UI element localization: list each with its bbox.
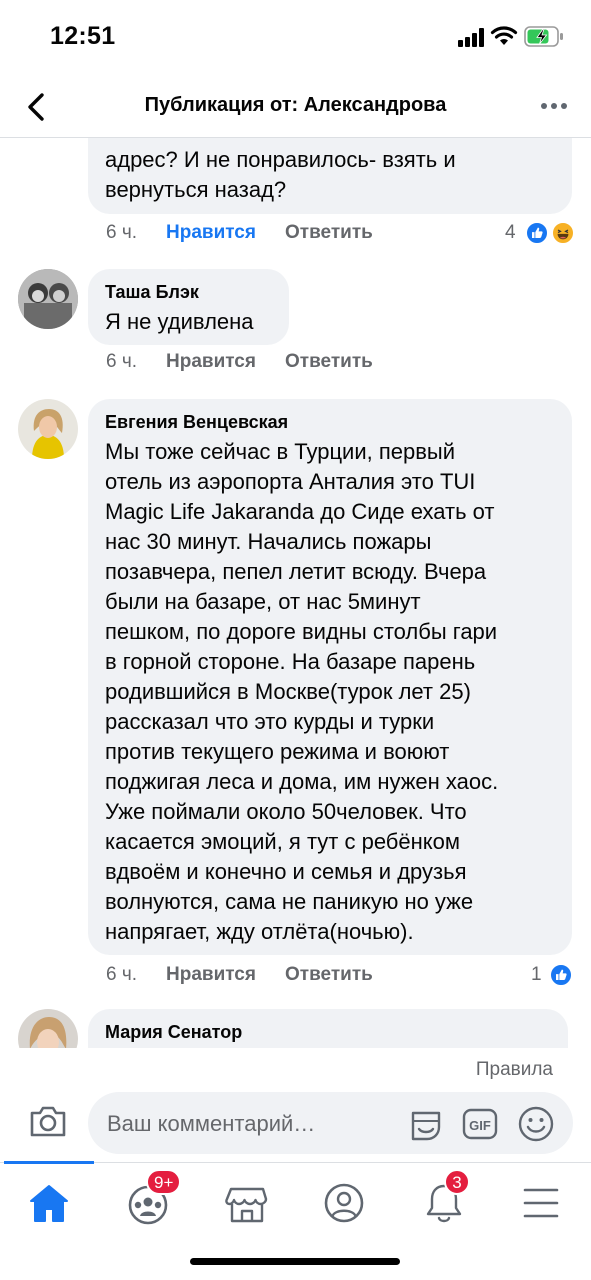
comment-author[interactable]: Евгения Венцевская	[105, 412, 288, 433]
tab-bar: 9+ 3	[0, 1161, 591, 1238]
avatar[interactable]	[18, 269, 78, 329]
comment-time: 6 ч.	[106, 351, 138, 372]
profile-icon[interactable]	[320, 1181, 368, 1225]
reaction-count[interactable]: 1	[531, 964, 542, 986]
comment-author[interactable]: Таша Блэк	[105, 282, 199, 303]
haha-reaction-icon	[551, 221, 575, 245]
signal-icon	[458, 28, 486, 47]
comment-bubble[interactable]: Мария Сенатор	[88, 1009, 568, 1048]
avatar[interactable]	[18, 399, 78, 459]
marketplace-icon[interactable]	[223, 1181, 271, 1225]
home-icon[interactable]	[25, 1181, 73, 1225]
home-indicator	[190, 1258, 400, 1265]
notifications-badge: 3	[444, 1169, 470, 1195]
like-button[interactable]: Нравится	[166, 351, 256, 373]
sticker-icon[interactable]	[407, 1105, 445, 1143]
comment-bubble[interactable]: Таша Блэк Я не удивлена	[88, 269, 289, 345]
comment-text: Я не удивлена	[105, 309, 254, 334]
like-reaction-icon	[549, 963, 573, 987]
status-time: 12:51	[50, 22, 116, 50]
comment-time: 6 ч.	[106, 222, 138, 243]
like-reaction-icon	[525, 221, 549, 245]
rules-link[interactable]: Правила	[476, 1059, 553, 1081]
wifi-icon	[490, 26, 518, 45]
reply-button[interactable]: Ответить	[285, 222, 373, 244]
comment-placeholder: Ваш комментарий…	[107, 1111, 316, 1136]
gif-icon[interactable]: GIF	[462, 1107, 498, 1141]
comment-list[interactable]: адрес? И не понравилось- взять и вернуть…	[0, 138, 591, 1048]
comment-input[interactable]: Ваш комментарий… GIF	[88, 1092, 573, 1154]
comment-text: адрес? И не понравилось- взять и вернуть…	[105, 147, 456, 202]
tab-notifications[interactable]: 3	[420, 1169, 470, 1225]
reaction-count[interactable]: 4	[505, 222, 516, 244]
svg-text:GIF: GIF	[469, 1118, 491, 1133]
menu-icon[interactable]	[517, 1181, 565, 1225]
page-title: Публикация от: Александрова	[144, 94, 447, 116]
nav-header: Публикация от: Александрова	[0, 76, 591, 138]
groups-badge: 9+	[146, 1169, 182, 1195]
comment-author[interactable]: Мария Сенатор	[105, 1022, 242, 1043]
comment-text: Мы тоже сейчас в Турции, первый отель из…	[105, 439, 499, 944]
battery-icon	[524, 26, 563, 47]
tab-groups[interactable]: 9+	[124, 1169, 182, 1225]
like-button[interactable]: Нравится	[166, 222, 256, 244]
emoji-icon[interactable]	[517, 1105, 555, 1143]
reply-button[interactable]: Ответить	[285, 351, 373, 373]
comment-bubble[interactable]: Евгения Венцевская Мы тоже сейчас в Турц…	[88, 399, 572, 955]
active-tab-indicator	[4, 1161, 94, 1164]
status-bar: 12:51	[0, 0, 591, 76]
avatar[interactable]	[18, 1009, 78, 1048]
comment-time: 6 ч.	[106, 964, 138, 985]
more-icon[interactable]	[539, 94, 569, 118]
camera-icon[interactable]	[28, 1103, 68, 1139]
comment-bubble[interactable]: адрес? И не понравилось- взять и вернуть…	[88, 138, 572, 214]
reply-button[interactable]: Ответить	[285, 964, 373, 986]
like-button[interactable]: Нравится	[166, 964, 256, 986]
